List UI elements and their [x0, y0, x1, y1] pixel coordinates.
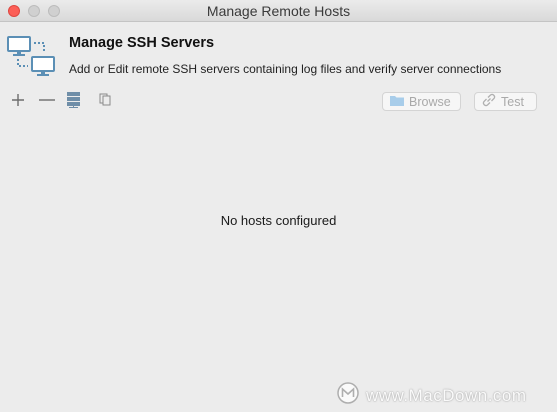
folder-icon: [389, 94, 405, 110]
server-stack-icon: [66, 91, 81, 113]
remove-host-button[interactable]: [38, 92, 56, 112]
header-title: Manage SSH Servers: [69, 35, 215, 51]
macdown-logo-icon: [336, 381, 360, 410]
manage-remote-hosts-window: Manage Remote Hosts Manage SSH Servers A…: [0, 0, 557, 412]
plus-icon: [11, 93, 25, 112]
empty-hosts-message: No hosts configured: [220, 213, 337, 228]
link-icon: [481, 93, 497, 110]
header-subtitle: Add or Edit remote SSH servers containin…: [69, 62, 502, 76]
window-title: Manage Remote Hosts: [206, 3, 351, 19]
browse-button[interactable]: Browse: [382, 92, 461, 111]
browse-label: Browse: [409, 94, 451, 109]
test-label: Test: [501, 94, 524, 109]
watermark: www.MacDown.com: [336, 381, 527, 410]
minus-icon: [38, 93, 56, 112]
add-host-button[interactable]: [10, 92, 26, 112]
title-bar[interactable]: Manage Remote Hosts: [0, 0, 557, 22]
duplicate-host-button[interactable]: [98, 92, 112, 112]
network-computers-icon: [6, 34, 58, 80]
watermark-text: www.MacDown.com: [366, 385, 527, 405]
copy-icon: [99, 93, 111, 111]
server-button[interactable]: [65, 92, 81, 112]
test-connection-button[interactable]: Test: [474, 92, 537, 111]
